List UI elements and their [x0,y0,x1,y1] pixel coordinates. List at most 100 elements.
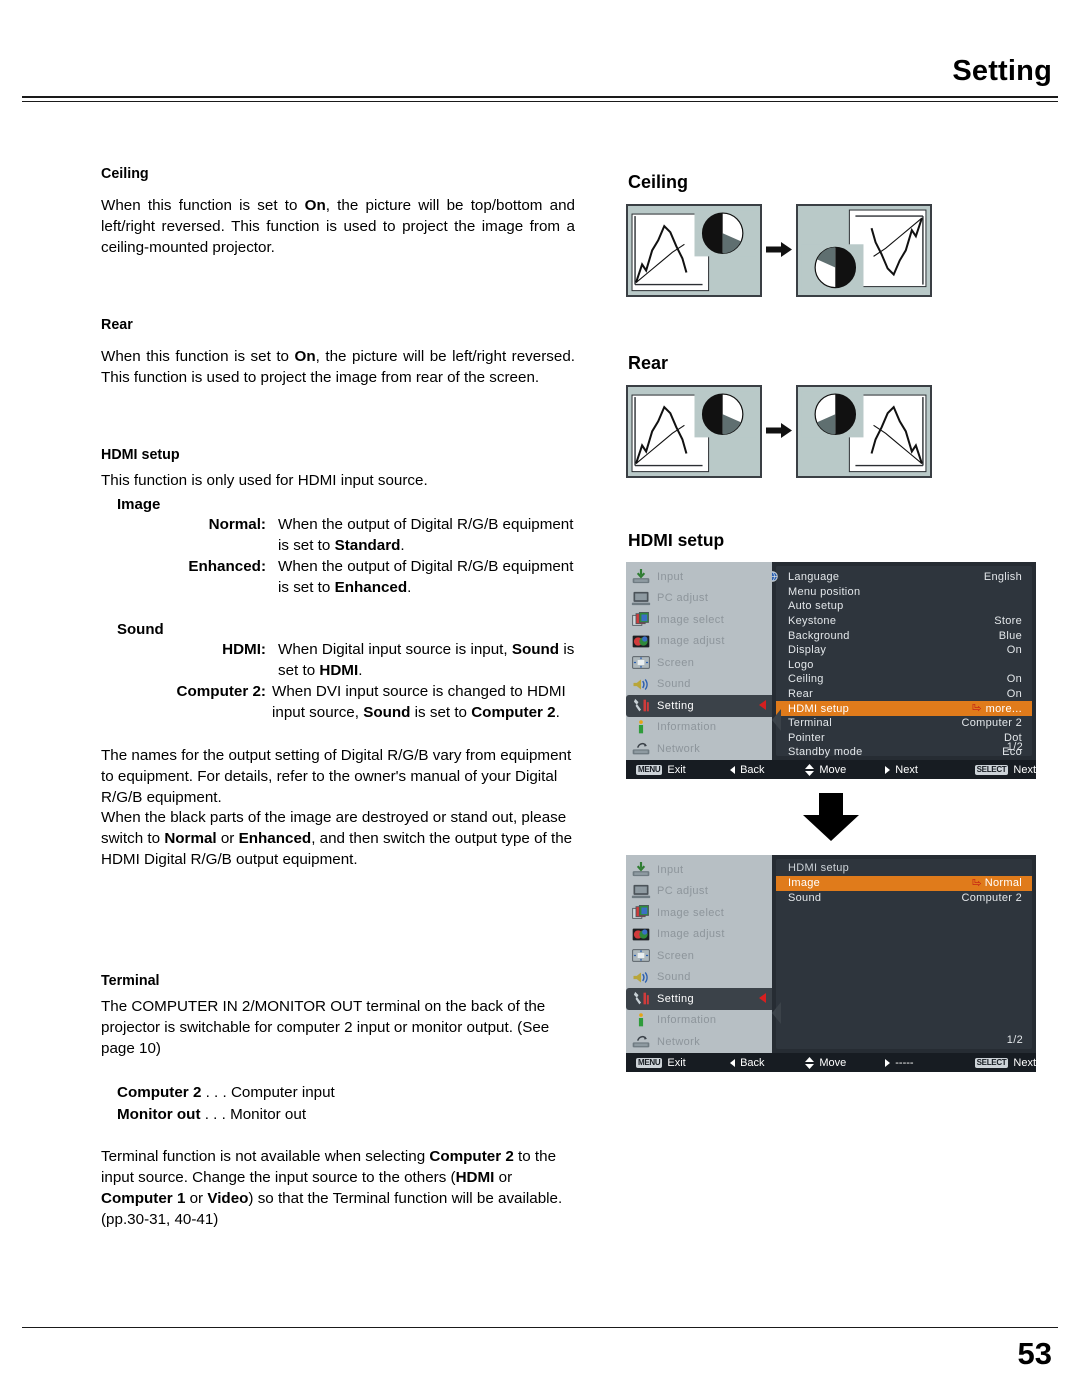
osd2-sidebar-label-information: Information [657,1014,717,1027]
image-option-normal-desc: When the output of Digital R/G/B equipme… [266,515,575,557]
osd2-row-sound[interactable]: Sound Computer 2 [776,891,1032,906]
osd1-sidebar-label-information: Information [657,721,717,734]
osd2-sidebar-label-input: Input [657,863,684,876]
osd1-row-display[interactable]: Display On [776,643,1032,658]
sound-c2-desc-mid: is set to [410,703,472,721]
pc-adjust-icon [631,884,651,898]
osd2-footer-select-label: Next [1013,1056,1037,1069]
header-rule-thick [22,96,1058,98]
osd2-footer-back[interactable]: Back [730,1057,805,1069]
osd1-sidebar-item-setting[interactable]: Setting [626,695,772,717]
osd1-sidebar-label-sound: Sound [657,678,691,691]
terminal-note-bold-computer1: Computer 1 [101,1190,186,1208]
terminal-note-a: Terminal function is not available when … [101,1148,430,1166]
ceiling-after-frame [796,204,932,297]
up-down-arrow-icon [805,763,815,776]
osd1-row-hdmi-setup[interactable]: HDMI setup ⏎ more... [776,701,1032,716]
hdmi-note2-bold-normal: Normal [164,830,217,848]
osd2-sidebar-label-sound: Sound [657,971,691,984]
osd2-sidebar-item-image-select[interactable]: Image select [626,902,772,924]
terminal-option-computer2-term: Computer 2 [117,1084,202,1102]
osd1-sidebar-item-sound[interactable]: Sound [626,674,772,696]
triangle-right-icon [885,1058,891,1067]
image-adjust-icon [632,928,650,941]
osd2-selection-pointer-icon [772,1002,781,1024]
figure-rear-diagram [626,385,932,478]
terminal-option-computer2-value: Computer input [230,1084,335,1102]
osd2-sidebar-item-setting[interactable]: Setting [626,988,772,1010]
terminal-note-d: or [494,1169,513,1187]
image-option-enhanced-term: Enhanced: [188,557,266,575]
osd2-sidebar-item-input[interactable]: Input [626,859,772,881]
osd1-sidebar-item-screen[interactable]: Screen [626,652,772,674]
osd2-sidebar-item-sound[interactable]: Sound [626,967,772,989]
osd1-sidebar-item-image-adjust[interactable]: Image adjust [626,631,772,653]
screen-icon [632,949,650,962]
image-option-enhanced: Enhanced: When the output of Digital R/G… [101,557,575,599]
terminal-note-bold-computer2: Computer 2 [429,1148,514,1166]
osd2-row-image-value: Normal [984,877,1022,890]
osd1-row-terminal[interactable]: Terminal Computer 2 [776,716,1032,731]
osd1-row-logo[interactable]: Logo [776,658,1032,673]
osd2-footer-next[interactable]: ----- [885,1057,974,1069]
ceiling-text-prefix: When this function is set to [101,197,305,214]
osd1-footer-move[interactable]: Move [805,763,885,776]
osd1-row-auto-setup[interactable]: Auto setup [776,599,1032,614]
osd1-row-rear[interactable]: Rear On [776,687,1032,702]
image-options-list: Normal: When the output of Digital R/G/B… [101,515,575,599]
osd2-row-image-name: Image [788,877,821,890]
osd1-row-ceiling-value: On [1006,673,1022,686]
osd1-row-auto-setup-name: Auto setup [788,600,844,613]
osd1-row-hdmi-setup-value: more... [985,702,1022,715]
osd1-row-menu-position[interactable]: Menu position [776,585,1032,600]
osd1-sidebar-item-image-select[interactable]: Image select [626,609,772,631]
osd2-footer-select[interactable]: SELECT Next [974,1056,1037,1069]
osd1-row-background-value: Blue [998,629,1022,642]
paragraph-terminal-note: Terminal function is not available when … [101,1147,575,1231]
osd1-footer-select[interactable]: SELECT Next [974,764,1036,776]
osd2-footer-move[interactable]: Move [805,1056,885,1069]
osd1-sidebar-item-information[interactable]: Information [626,717,772,739]
image-option-normal-term: Normal: [208,515,266,533]
paragraph-ceiling: When this function is set to On, the pic… [101,196,575,259]
paragraph-rear: When this function is set to On, the pic… [101,347,575,389]
osd1-row-keystone[interactable]: Keystone Store [776,614,1032,629]
osd2-footer-back-label: Back [740,1056,765,1069]
figure-title-rear: Rear [628,353,669,373]
osd2-sidebar-item-information[interactable]: Information [626,1010,772,1032]
osd2-sidebar-item-network[interactable]: Network [626,1031,772,1053]
osd1-sidebar-item-network[interactable]: Network [626,738,772,760]
osd1-sidebar-item-pc-adjust[interactable]: PC adjust [626,588,772,610]
osd1-footer-exit[interactable]: MENU Exit [636,764,730,776]
osd1-sidebar-item-input[interactable]: Input [626,566,772,588]
image-option-normal: Normal: When the output of Digital R/G/B… [101,515,575,557]
image-enhanced-desc-suffix: . [407,578,412,596]
image-normal-desc-prefix: When the output of Digital R/G/B equipme… [278,515,574,554]
osd2-sidebar-item-pc-adjust[interactable]: PC adjust [626,881,772,903]
up-down-arrow-icon [805,1056,815,1069]
osd1-footer-back[interactable]: Back [730,764,805,776]
osd2-row-image[interactable]: Image ⏎ Normal [776,876,1032,891]
osd1-sidebar-label-image-select: Image select [657,613,725,626]
osd1-row-language[interactable]: Language English [767,570,1032,585]
osd1-row-pointer[interactable]: Pointer Dot [776,731,1032,746]
network-icon [632,743,650,755]
osd1-footer-back-label: Back [740,763,765,776]
osd1-sidebar-label-network: Network [657,742,701,755]
osd1-row-ceiling[interactable]: Ceiling On [776,672,1032,687]
figure-ceiling-diagram [626,204,932,297]
osd1-row-background-name: Background [788,629,850,642]
osd2-sidebar-label-screen: Screen [657,949,695,962]
osd2-footer-exit[interactable]: MENU Exit [636,1057,730,1069]
osd1-sidebar-label-screen: Screen [657,656,695,669]
sound-hdmi-desc-bold2: HDMI [319,661,359,679]
osd2-sidebar: Input PC adjust Image select Image adjus… [626,855,772,1053]
osd2-sidebar-item-image-adjust[interactable]: Image adjust [626,924,772,946]
osd1-footer-next[interactable]: Next [885,764,974,776]
osd1-row-standby-mode[interactable]: Standby mode Eco [776,745,1032,760]
image-select-icon [632,612,649,626]
image-normal-desc-suffix: . [400,536,405,554]
osd1-row-background[interactable]: Background Blue [776,628,1032,643]
rear-transform-arrow-icon [766,423,792,438]
osd2-sidebar-item-screen[interactable]: Screen [626,945,772,967]
